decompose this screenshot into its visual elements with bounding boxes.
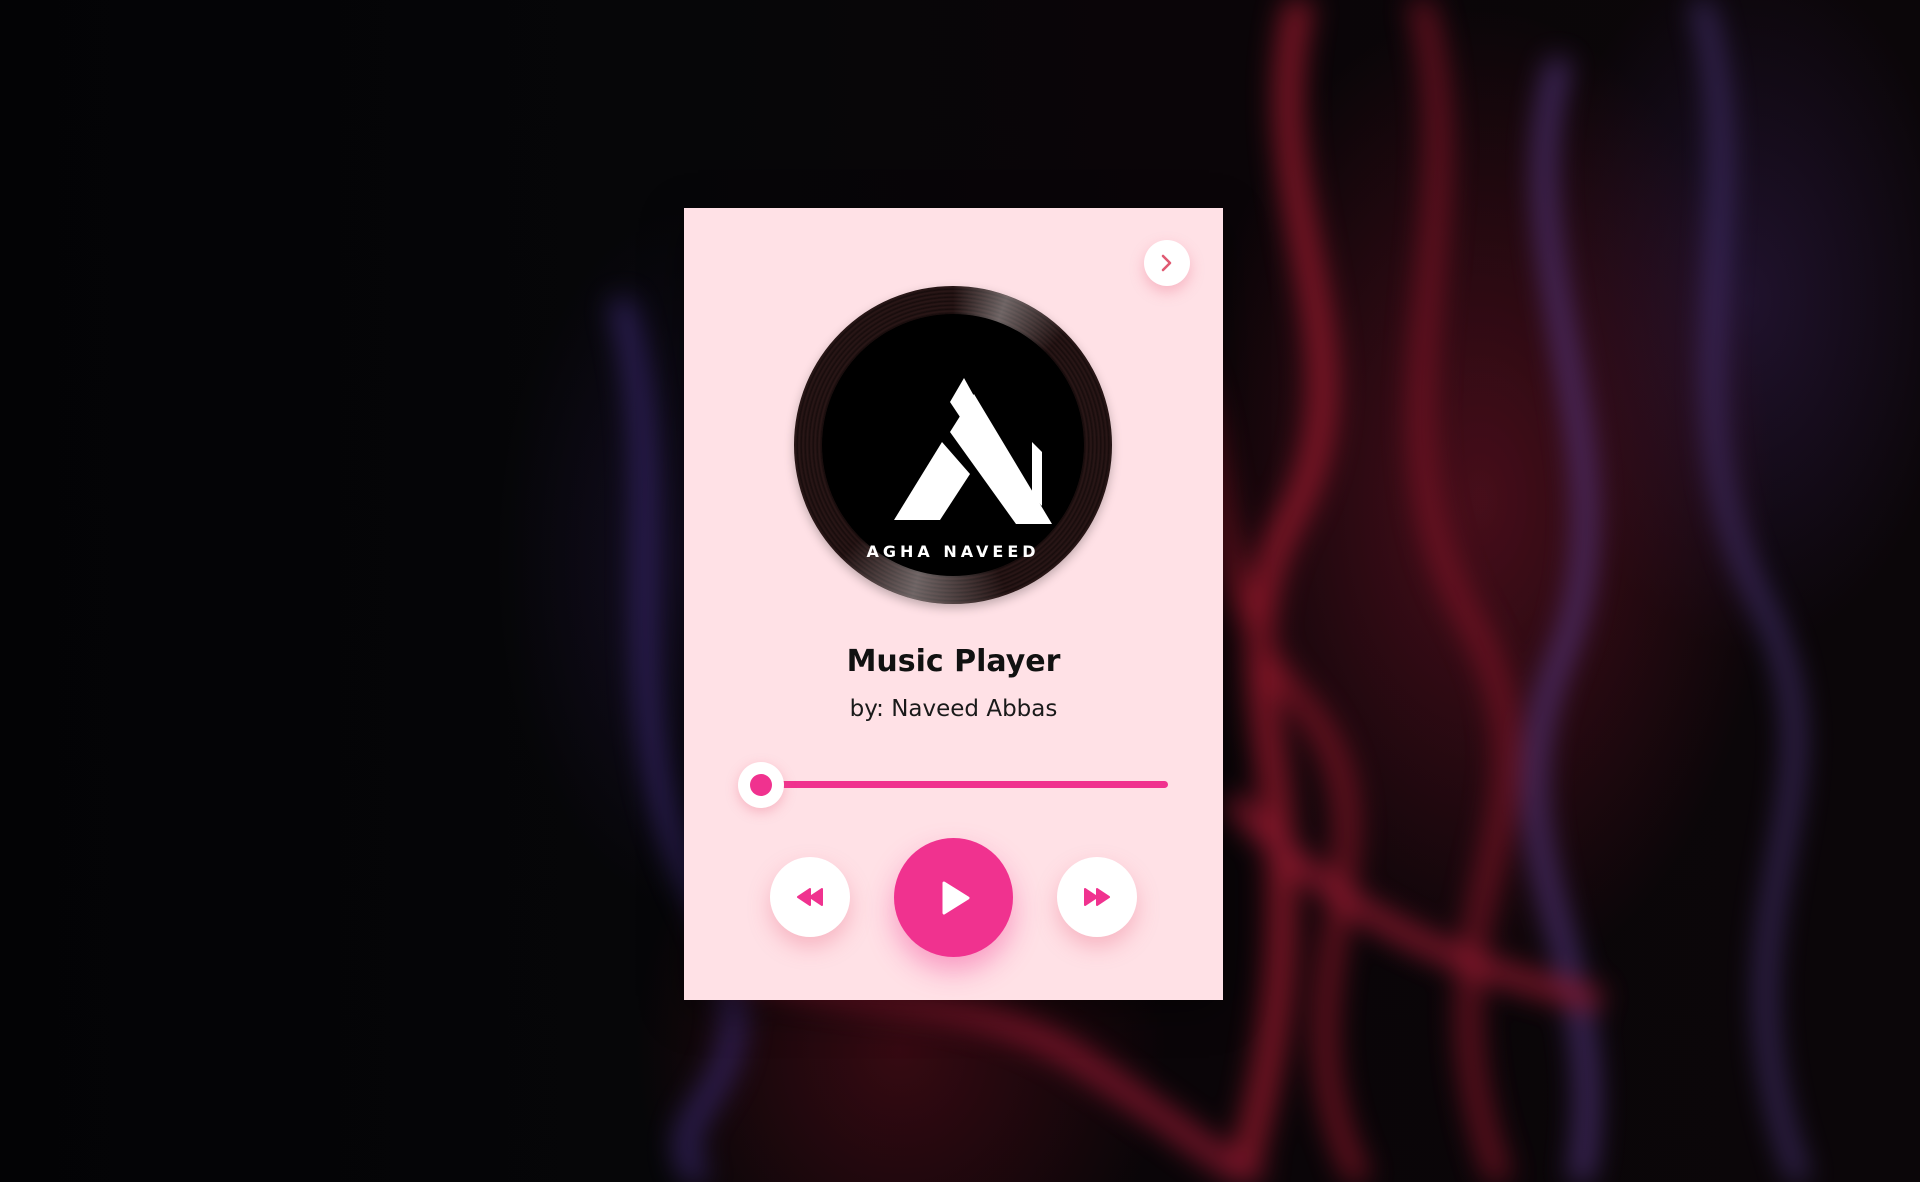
music-player-card: AGHA NAVEED Music Player by: Naveed Abba… — [684, 208, 1223, 1000]
play-button[interactable] — [894, 838, 1013, 957]
album-logo-text: AGHA NAVEED — [866, 542, 1040, 561]
next-track-button[interactable] — [1144, 240, 1190, 286]
fast-forward-button[interactable] — [1057, 857, 1137, 937]
track-artist: by: Naveed Abbas — [849, 696, 1058, 722]
fast-forward-icon — [1084, 888, 1110, 906]
album-art: AGHA NAVEED — [794, 286, 1112, 604]
play-icon — [942, 881, 969, 914]
logo-mark-icon — [894, 378, 1052, 524]
progress-slider[interactable] — [738, 762, 1168, 808]
progress-track — [740, 781, 1168, 788]
progress-thumb[interactable] — [738, 762, 785, 808]
chevron-right-icon — [1161, 254, 1172, 272]
rewind-button[interactable] — [770, 857, 850, 937]
album-label: AGHA NAVEED — [822, 314, 1084, 576]
rewind-icon — [797, 888, 823, 906]
track-title: Music Player — [846, 644, 1061, 679]
